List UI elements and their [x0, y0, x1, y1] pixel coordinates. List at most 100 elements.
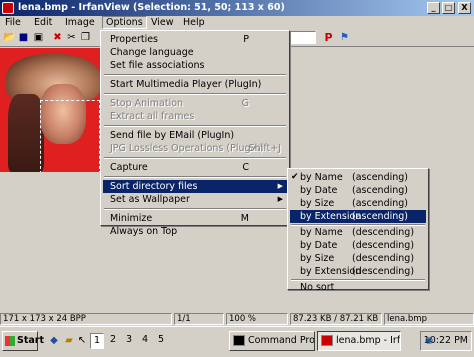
desktop-4[interactable]: 4	[138, 333, 152, 349]
minimize-button[interactable]: _	[427, 2, 440, 14]
sort-item-by-name-ascending[interactable]: ✔ by Name (ascending)	[290, 171, 426, 184]
copy-icon[interactable]: ❐	[80, 32, 91, 43]
menu-item-label: Set as Wallpaper	[110, 194, 190, 205]
options-item-set-file-associations[interactable]: Set file associations	[103, 59, 287, 72]
toolbar-input[interactable]	[289, 31, 316, 44]
maximize-button[interactable]: □	[442, 2, 455, 14]
menu-item-label: Always on Top	[110, 226, 178, 237]
menu-separator	[104, 208, 286, 210]
status-zoom: 100 %	[226, 313, 288, 325]
options-item-change-language[interactable]: Change language	[103, 46, 287, 59]
options-item-always-on-top[interactable]: Always on Top	[103, 225, 287, 238]
sort-item-label: by Size	[300, 198, 335, 209]
menu-file[interactable]: File	[5, 17, 21, 28]
menu-item-label: Start Multimedia Player (PlugIn)	[110, 79, 262, 90]
tray-network-icon[interactable]: ◉	[425, 332, 433, 350]
menu-options[interactable]: Options	[102, 16, 147, 29]
cut-icon[interactable]: ✂	[66, 32, 77, 43]
submenu-arrow-icon: ▶	[277, 182, 283, 190]
irfanview-logo-icon[interactable]: ⚑	[339, 32, 350, 43]
options-item-capture[interactable]: Capture C	[103, 161, 287, 174]
title-bar[interactable]: lena.bmp - IrfanView (Selection: 51, 50;…	[0, 0, 474, 16]
task-command-prompt[interactable]: Command Promp	[229, 331, 315, 351]
menu-separator	[104, 176, 286, 178]
options-item-set-as-wallpaper[interactable]: Set as Wallpaper ▶	[103, 193, 287, 206]
window-title: lena.bmp - IrfanView (Selection: 51, 50;…	[18, 2, 285, 13]
start-button[interactable]: Start	[2, 331, 44, 351]
options-item-properties[interactable]: Properties P	[103, 33, 287, 46]
system-tray: ◉ 10:22 PM	[420, 331, 472, 351]
menu-separator	[104, 74, 286, 76]
sort-item-order: (ascending)	[352, 211, 408, 222]
status-file-name: lena.bmp	[384, 313, 474, 325]
desktop-2[interactable]: 2	[106, 333, 120, 349]
options-item-sort-directory-files[interactable]: Sort directory files ▶	[103, 180, 287, 193]
lena-image[interactable]	[0, 48, 100, 172]
sort-item-by-extension-ascending[interactable]: by Extension (ascending)	[290, 210, 426, 223]
sort-item-by-name-descending[interactable]: by Name (descending)	[290, 226, 426, 239]
taskbar: Start ◆ ▰ ↖ 1 2 3 4 5 Command Promp lena…	[0, 326, 474, 357]
sort-item-order: (descending)	[352, 240, 415, 251]
sort-item-order: (ascending)	[352, 172, 408, 183]
menu-separator	[104, 157, 286, 159]
sort-item-order: (descending)	[352, 266, 415, 277]
menu-item-label: Send file by EMail (PlugIn)	[110, 130, 235, 141]
menu-item-shortcut: C	[242, 162, 249, 173]
sort-item-label: by Name	[300, 227, 343, 238]
irfanview-app-icon[interactable]	[2, 2, 14, 14]
menu-item-shortcut: P	[243, 34, 249, 45]
status-image-info: 171 x 173 x 24 BPP	[0, 313, 172, 325]
paypal-icon[interactable]: P	[323, 32, 334, 43]
menu-help[interactable]: Help	[183, 17, 205, 28]
sort-item-no-sort[interactable]: No sort	[290, 281, 426, 294]
menu-separator	[104, 93, 286, 95]
menu-item-label: Properties	[110, 34, 159, 45]
options-item-minimize[interactable]: Minimize M	[103, 212, 287, 225]
options-item-extract-all-frames: Extract all frames	[103, 110, 287, 123]
task-label: lena.bmp - IrfanVi	[336, 335, 401, 346]
sort-item-by-size-descending[interactable]: by Size (descending)	[290, 252, 426, 265]
options-item-start-multimedia-player-plugin[interactable]: Start Multimedia Player (PlugIn)	[103, 78, 287, 91]
menu-edit[interactable]: Edit	[34, 17, 52, 28]
sort-item-label: by Size	[300, 253, 335, 264]
open-folder-icon[interactable]: 📂	[3, 32, 15, 43]
sort-item-by-extension-descending[interactable]: by Extension (descending)	[290, 265, 426, 278]
sort-item-by-date-descending[interactable]: by Date (descending)	[290, 239, 426, 252]
desktop-3[interactable]: 3	[122, 333, 136, 349]
windows-flag-icon	[5, 336, 15, 346]
sort-item-by-date-ascending[interactable]: by Date (ascending)	[290, 184, 426, 197]
task-irfanview[interactable]: lena.bmp - IrfanVi	[317, 331, 401, 351]
menu-item-shortcut: M	[240, 213, 249, 224]
close-button[interactable]: X	[458, 2, 471, 14]
desktop-5[interactable]: 5	[154, 333, 168, 349]
options-menu: Properties P Change language Set file assoc…	[100, 30, 290, 237]
quicklaunch-browser-icon[interactable]: ◆	[48, 335, 60, 347]
options-item-send-file-by-email-plugin[interactable]: Send file by EMail (PlugIn)	[103, 129, 287, 142]
selection-rectangle[interactable]	[40, 100, 100, 172]
menu-item-label: Capture	[110, 162, 148, 173]
sort-item-by-size-ascending[interactable]: by Size (ascending)	[290, 197, 426, 210]
menu-separator	[104, 125, 286, 127]
sort-item-order: (descending)	[352, 253, 415, 264]
menu-item-label: Extract all frames	[110, 111, 195, 122]
menu-item-shortcut: G	[241, 98, 249, 109]
menu-view[interactable]: View	[151, 17, 174, 28]
menu-item-label: JPG Lossless Operations (PlugIn)	[110, 143, 264, 154]
image-hair-region	[8, 94, 44, 172]
desktop-1[interactable]: 1	[90, 333, 104, 349]
menu-image[interactable]: Image	[65, 17, 95, 28]
irfanview-task-icon	[321, 335, 333, 346]
sort-item-label: by Date	[300, 240, 338, 251]
quicklaunch-folder-icon[interactable]: ▰	[63, 335, 75, 347]
disk-icon[interactable]: ▣	[33, 32, 44, 43]
save-icon[interactable]: ■	[18, 32, 29, 43]
quicklaunch-arrow-icon[interactable]: ↖	[76, 335, 88, 347]
sort-item-label: by Date	[300, 185, 338, 196]
task-label: Command Promp	[248, 335, 315, 346]
sort-item-label: No sort	[300, 282, 335, 293]
sort-item-order: (ascending)	[352, 198, 408, 209]
menu-item-label: Minimize	[110, 213, 153, 224]
delete-icon[interactable]: ✖	[52, 32, 63, 43]
menu-item-label: Sort directory files	[110, 181, 198, 192]
options-item-stop-animation: Stop Animation G	[103, 97, 287, 110]
